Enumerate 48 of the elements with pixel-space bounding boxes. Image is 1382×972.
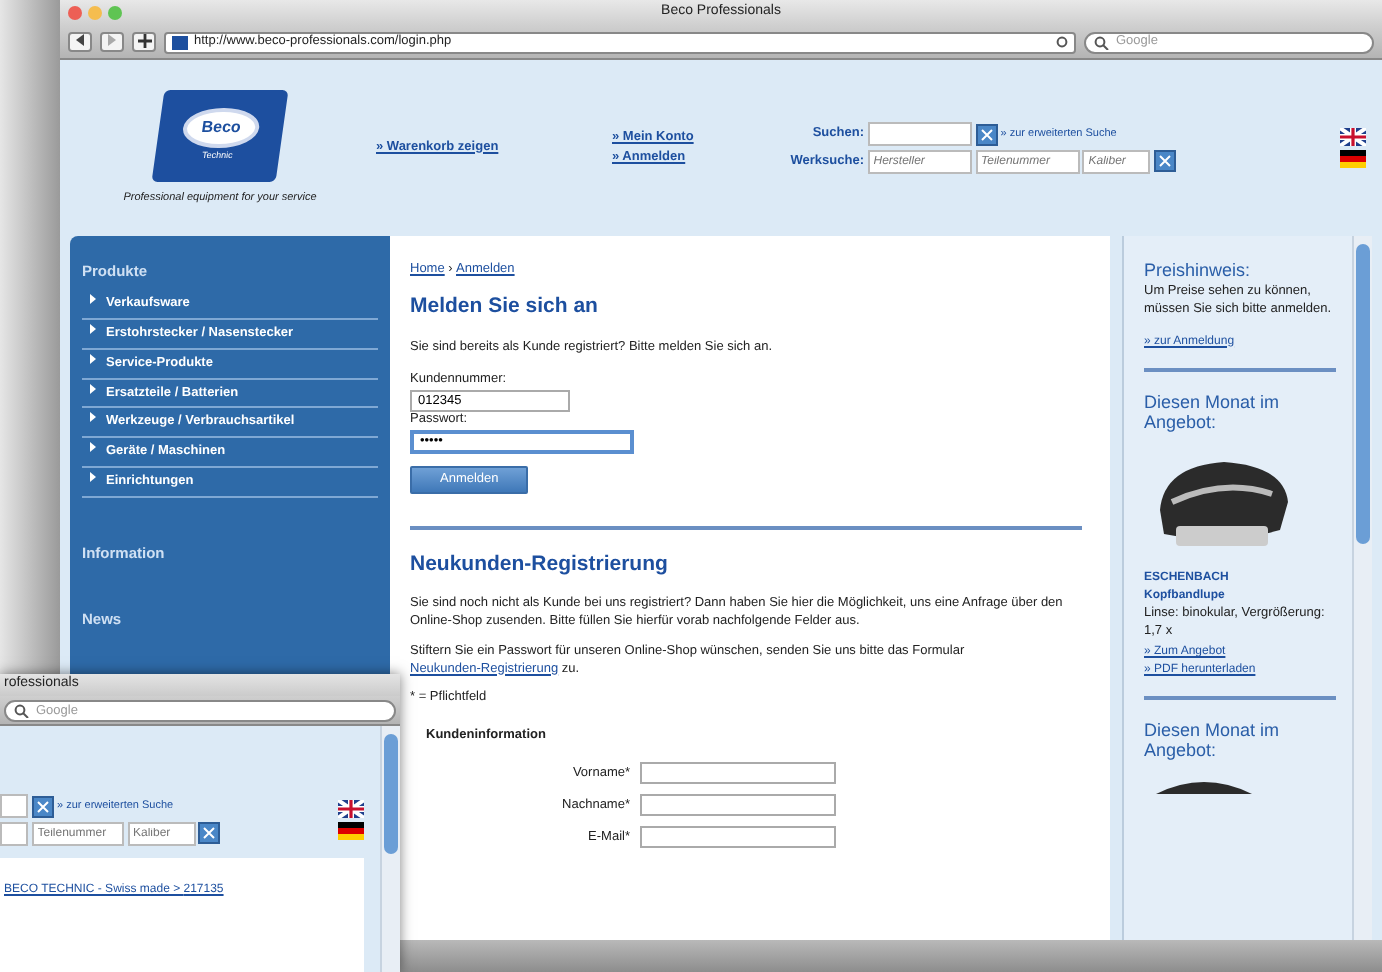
scrollbar[interactable] — [380, 726, 400, 972]
reload-icon — [1056, 36, 1068, 48]
uk-flag-icon — [1340, 128, 1366, 147]
chevron-icon — [90, 324, 96, 334]
search-input[interactable] — [0, 794, 28, 818]
parts-search-input[interactable] — [0, 821, 28, 846]
chevron-icon — [90, 442, 96, 452]
add-bookmark-button[interactable] — [132, 32, 156, 52]
search-submit-button[interactable] — [975, 123, 997, 146]
cross-icon — [1156, 152, 1174, 171]
search-submit-button[interactable] — [1154, 150, 1176, 173]
scrollbar[interactable] — [1352, 236, 1372, 940]
german-flag-icon — [1340, 149, 1366, 168]
forward-arrow-icon — [106, 34, 118, 47]
forward-button[interactable] — [100, 32, 124, 52]
cross-icon — [977, 125, 995, 144]
cross-icon — [33, 797, 52, 815]
back-button[interactable] — [68, 32, 92, 52]
site-icon — [172, 35, 188, 49]
text-field[interactable] — [640, 761, 836, 784]
search-icon — [14, 704, 30, 718]
zoom-button[interactable] — [108, 6, 122, 20]
german-flag-icon — [338, 821, 364, 840]
text-field[interactable] — [640, 793, 836, 816]
price-notice-heading: Preishinweis: — [1144, 260, 1253, 281]
chevron-icon — [90, 471, 96, 482]
text-field[interactable] — [640, 825, 836, 848]
chevron-icon — [90, 294, 96, 305]
offer-heading: Diesen Monat im Angebot: — [1144, 720, 1282, 762]
search-icon — [1094, 35, 1110, 49]
scrollbar-thumb[interactable] — [1356, 244, 1370, 544]
chevron-icon — [90, 383, 96, 393]
search-input[interactable] — [867, 122, 972, 147]
plus-icon — [137, 34, 151, 48]
uk-flag-icon — [338, 800, 364, 818]
cross-icon — [200, 824, 219, 843]
offer-heading: Diesen Monat im Angebot: — [1144, 392, 1282, 434]
search-submit-button[interactable] — [198, 822, 221, 845]
back-arrow-icon — [74, 34, 86, 47]
minimize-button[interactable] — [88, 6, 102, 20]
chevron-icon — [90, 353, 96, 364]
scrollbar-thumb[interactable] — [384, 734, 398, 854]
login-heading: Melden Sie sich an — [410, 291, 600, 322]
logo-wordmark: Beco — [180, 108, 262, 148]
close-button[interactable] — [68, 6, 82, 20]
chevron-icon — [90, 412, 96, 423]
search-submit-button[interactable] — [31, 795, 54, 817]
registration-heading: Neukunden-Registrierung — [410, 549, 670, 580]
